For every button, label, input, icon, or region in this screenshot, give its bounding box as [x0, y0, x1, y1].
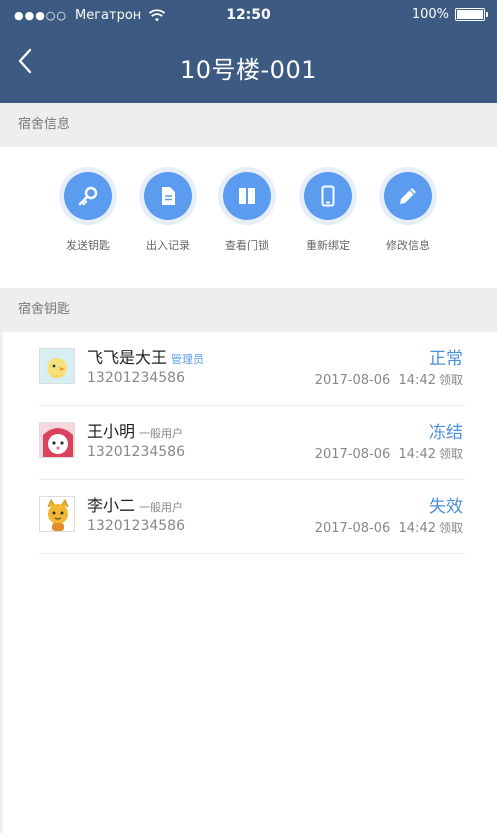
send-key-button[interactable]: 发送钥匙 [48, 167, 128, 253]
edit-info-label: 修改信息 [386, 239, 430, 252]
status-badge: 失效 [429, 497, 463, 517]
header: ●●●○○ Мегатрон 12:50 100% 10号楼-001 [0, 0, 497, 103]
key-action: 领取 [438, 521, 463, 535]
key-time: 14:42 [398, 373, 436, 388]
key-date: 2017-08-06 [314, 373, 391, 388]
keys-list: 飞飞是大王 管理员 13201234586 正常 2017-08-06 14:42… [0, 332, 497, 833]
key-date: 2017-08-06 [314, 447, 391, 462]
key-date: 2017-08-06 [314, 521, 391, 536]
key-time: 14:42 [398, 521, 436, 536]
phone-number: 13201234586 [87, 444, 185, 460]
document-icon [162, 187, 175, 205]
access-log-button[interactable]: 出入记录 [128, 167, 208, 253]
role-badge: 一般用户 [139, 427, 184, 440]
role-badge: 管理员 [171, 353, 205, 366]
key-row[interactable]: 王小明 一般用户 13201234586 冻结 2017-08-06 14:42 领… [39, 406, 465, 480]
key-icon [78, 186, 98, 206]
pencil-icon [400, 188, 416, 204]
section-header-keys: 宿舍钥匙 [0, 288, 497, 332]
status-badge: 正常 [429, 349, 463, 369]
phone-icon [321, 185, 335, 207]
user-name: 李小二 [87, 496, 136, 515]
status-bar: ●●●○○ Мегатрон 12:50 100% [0, 0, 497, 32]
view-lock-button[interactable]: 查看门锁 [207, 167, 287, 253]
key-time: 14:42 [398, 447, 436, 462]
actions-panel: 发送钥匙 出入记录 查看门锁 重新绑定 修改信息 [0, 147, 497, 288]
rebind-button[interactable]: 重新绑定 [288, 167, 368, 253]
battery-icon [455, 8, 488, 21]
door-lock-icon [239, 188, 255, 204]
status-badge: 冻结 [429, 423, 463, 443]
key-row[interactable]: 飞飞是大王 管理员 13201234586 正常 2017-08-06 14:42… [39, 332, 465, 406]
page-title: 10号楼-001 [179, 56, 317, 84]
key-row[interactable]: 李小二 一般用户 13201234586 失效 2017-08-06 14:42 领… [39, 480, 465, 554]
section-header-info: 宿舍信息 [0, 103, 497, 147]
view-lock-label: 查看门锁 [225, 239, 269, 252]
access-log-label: 出入记录 [146, 239, 190, 252]
cartoon-girl-avatar [39, 422, 75, 458]
user-name: 王小明 [87, 422, 136, 441]
rebind-label: 重新绑定 [306, 239, 350, 252]
phone-number: 13201234586 [87, 370, 185, 386]
user-name: 飞飞是大王 [87, 348, 168, 367]
role-badge: 一般用户 [139, 501, 184, 514]
chick-avatar [39, 348, 75, 384]
key-action: 领取 [438, 447, 463, 461]
battery-percent: 100% [411, 7, 449, 22]
phone-number: 13201234586 [87, 518, 185, 534]
send-key-label: 发送钥匙 [66, 239, 110, 252]
edit-info-button[interactable]: 修改信息 [368, 167, 448, 253]
key-action: 领取 [438, 373, 463, 387]
cartoon-cat-avatar [39, 496, 75, 532]
